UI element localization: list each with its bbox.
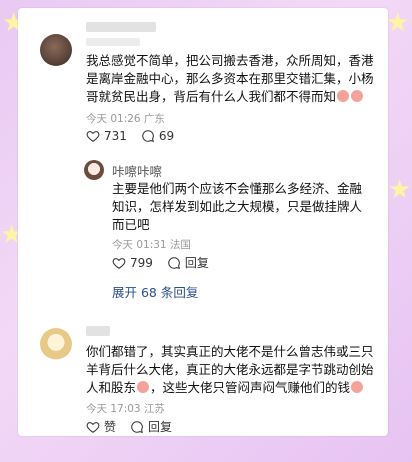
reply-author[interactable]: 咔嚓咔嚓 [112,161,162,180]
comment-icon [168,256,180,269]
reply-text: 主要是他们两个应该不会懂那么多经济、金融知识，怎样发到如此之大规模，只是做挂牌人… [112,181,363,232]
reply-label: 回复 [184,256,209,270]
avatar[interactable] [84,160,104,180]
like-label: 赞 [104,420,117,434]
username-blurred [86,38,140,46]
like-count: 799 [130,255,153,270]
avatar[interactable] [40,328,72,360]
emoji-icon [137,381,150,393]
like-button[interactable]: 赞 [86,418,116,435]
emoji-icon [337,90,350,102]
emoji-icon [351,381,364,393]
comment-actions: 731 69 [86,129,188,143]
comment-text: 我总感觉不简单，把公司搬去香港，众所周知，香港是离岸金融中心，那么多资本在那里交… [86,53,374,104]
reply-button[interactable]: 回复 [130,418,172,435]
comment-count: 69 [158,129,175,143]
reply-time: 今天 01:31 法国 [112,239,191,251]
comment-icon [142,130,154,142]
heart-icon [86,421,100,433]
comment-button[interactable]: 69 [141,129,174,143]
avatar[interactable] [40,34,72,66]
expand-replies-link[interactable]: 展开 68 条回复 [112,282,198,301]
comment-time: 今天 17:03 江苏 [86,403,165,415]
comment-card: 我总感觉不简单，把公司搬去香港，众所周知，香港是离岸金融中心，那么多资本在那里交… [18,8,388,436]
like-button[interactable]: 799 [112,256,153,270]
star-decoration: ★ [388,175,412,205]
comment-text: 你们都错了，其实真正的大佬不是什么曾志伟或三只羊背后什么大佬，真正的大佬永远都是… [86,344,374,395]
reply-label: 回复 [148,420,173,434]
comment-icon [131,420,144,433]
comment-actions: 赞 回复 [86,418,186,435]
comment-time: 今天 01:26 广东 [86,113,165,125]
emoji-icon [351,90,364,102]
reply-actions: 799 回复 [112,254,223,271]
like-button[interactable]: 731 [86,129,127,143]
reply-button[interactable]: 回复 [167,254,209,271]
username-blurred [86,326,110,336]
heart-icon [112,257,126,269]
like-count: 731 [104,129,127,143]
heart-icon [86,131,100,142]
star-decoration: ★ [386,8,410,38]
username-blurred [86,22,156,32]
